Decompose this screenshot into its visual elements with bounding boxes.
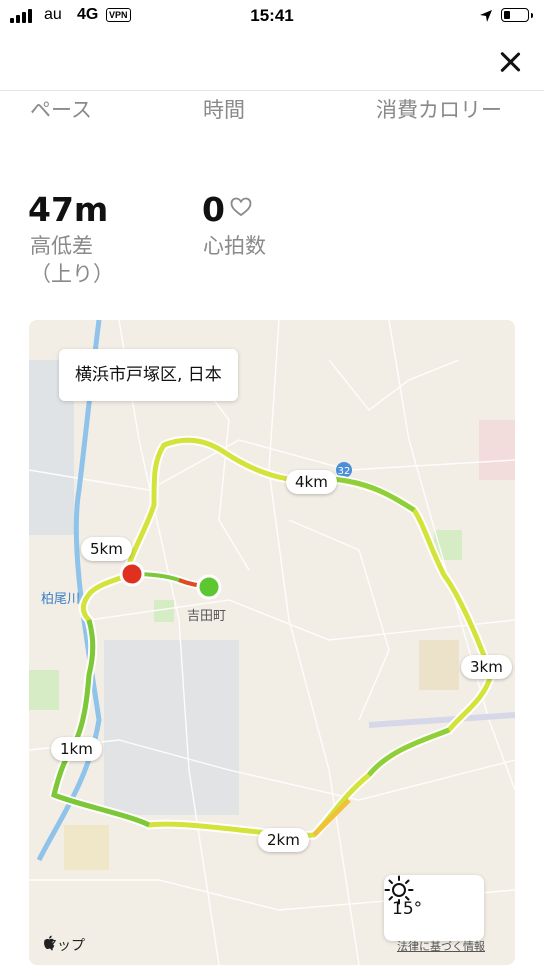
km-marker-1: 1km bbox=[51, 737, 102, 761]
battery-icon bbox=[501, 8, 533, 22]
elevation-label: 高低差 （上り） bbox=[30, 234, 114, 286]
status-time: 15:41 bbox=[250, 6, 294, 25]
end-marker[interactable] bbox=[119, 561, 145, 587]
place-label: 吉田町 bbox=[187, 609, 227, 624]
heart-rate-value: 0 bbox=[202, 190, 225, 229]
pace-label: ペース bbox=[30, 98, 92, 122]
sun-icon bbox=[384, 875, 414, 905]
start-marker[interactable] bbox=[196, 574, 222, 600]
elevation-value: 47m bbox=[28, 190, 109, 229]
apple-logo-icon bbox=[44, 935, 55, 949]
route-map[interactable]: 32 横浜市戸塚区, 日本 1km 2km 3km 4km 5km 吉田町 柏尾… bbox=[29, 320, 515, 965]
heart-icon bbox=[230, 197, 252, 217]
km-marker-4: 4km bbox=[286, 470, 337, 494]
status-bar: au 4G VPN 15:41 bbox=[0, 0, 544, 34]
top-bar bbox=[0, 34, 544, 91]
km-marker-2: 2km bbox=[258, 828, 309, 852]
maps-brand: マップ bbox=[43, 935, 85, 955]
route-shield-label: 32 bbox=[338, 466, 351, 477]
time-label: 時間 bbox=[203, 98, 245, 122]
close-icon[interactable] bbox=[496, 48, 524, 76]
map-canvas: 32 bbox=[29, 320, 515, 965]
km-marker-3: 3km bbox=[461, 655, 512, 679]
calories-label: 消費カロリー bbox=[376, 98, 502, 122]
weather-widget[interactable]: 15° bbox=[384, 875, 484, 941]
heart-rate-label: 心拍数 bbox=[203, 234, 266, 258]
location-arrow-icon bbox=[480, 10, 492, 22]
river-label: 柏尾川 bbox=[41, 592, 81, 607]
km-marker-5: 5km bbox=[81, 537, 132, 561]
location-label: 横浜市戸塚区, 日本 bbox=[59, 349, 238, 401]
legal-link[interactable]: 法律に基づく情報 bbox=[397, 938, 485, 954]
